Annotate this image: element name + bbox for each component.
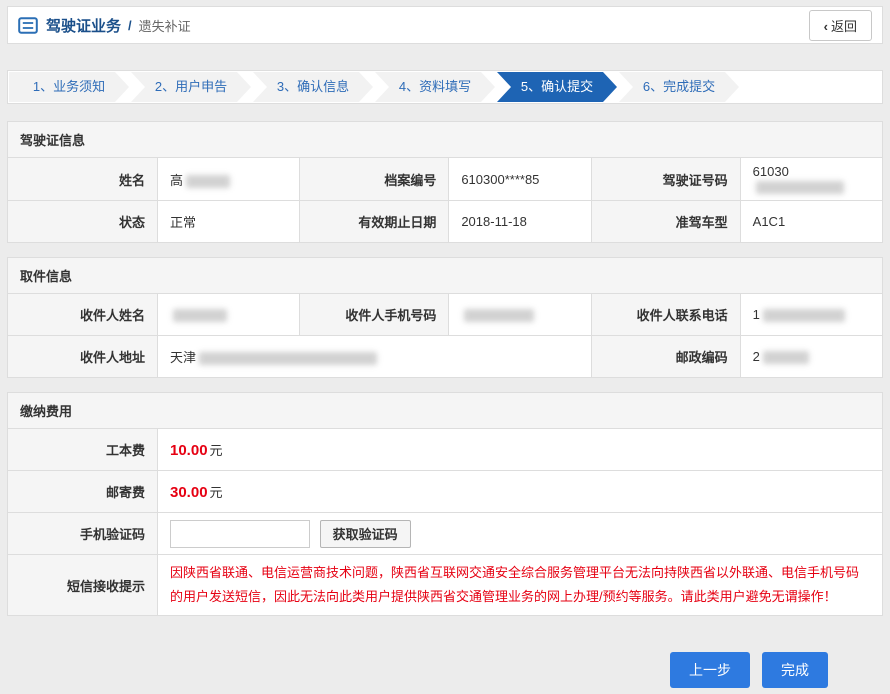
license-business-icon — [18, 17, 38, 34]
field-value: 610300****85 — [449, 158, 591, 201]
field-label: 邮政编码 — [591, 336, 740, 378]
field-label: 工本费 — [8, 429, 158, 471]
field-value: 1 — [740, 294, 882, 336]
back-chevron-icon: ‹ — [824, 19, 828, 34]
fees-table: 工本费 10.00元 邮寄费 30.00元 手机验证码 获取验证码 短信接收提 — [7, 428, 883, 616]
pickup-info-section: 取件信息 收件人姓名 收件人手机号码 收件人联系电话 1 收件人地址 天津 邮政… — [7, 257, 883, 378]
back-button-label: 返回 — [831, 19, 857, 34]
redacted-blur — [199, 352, 377, 365]
field-value — [449, 294, 591, 336]
fee-amount: 30.00 — [170, 484, 208, 501]
redacted-blur — [756, 181, 844, 194]
step-6-complete-submit: 6、完成提交 — [619, 72, 739, 102]
fee-amount: 10.00 — [170, 442, 208, 459]
previous-step-button[interactable]: 上一步 — [670, 652, 750, 688]
section-title: 缴纳费用 — [7, 392, 883, 428]
back-button[interactable]: ‹返回 — [809, 10, 872, 41]
step-4-fill-data: 4、资料填写 — [375, 72, 495, 102]
table-row: 手机验证码 获取验证码 — [8, 513, 883, 555]
sms-notice-text: 因陕西省联通、电信运营商技术问题，陕西省互联网交通安全综合服务管理平台无法向持陕… — [170, 561, 870, 609]
section-title: 取件信息 — [7, 257, 883, 293]
field-label: 驾驶证号码 — [591, 158, 740, 201]
step-1-business-notice: 1、业务须知 — [9, 72, 129, 102]
field-label: 姓名 — [8, 158, 158, 201]
field-value — [158, 294, 300, 336]
page-title: 驾驶证业务 — [46, 15, 121, 36]
field-value: 2018-11-18 — [449, 201, 591, 243]
field-value: 高 — [158, 158, 300, 201]
table-row: 姓名 高 档案编号 610300****85 驾驶证号码 61030 — [8, 158, 883, 201]
field-value: 正常 — [158, 201, 300, 243]
field-value: A1C1 — [740, 201, 882, 243]
title-separator: / — [128, 18, 132, 33]
fee-unit: 元 — [210, 485, 223, 500]
field-label: 收件人手机号码 — [300, 294, 449, 336]
table-row: 短信接收提示 因陕西省联通、电信运营商技术问题，陕西省互联网交通安全综合服务管理… — [8, 555, 883, 616]
fee-unit: 元 — [210, 443, 223, 458]
page-header: 驾驶证业务 / 遗失补证 ‹返回 — [7, 6, 883, 44]
pickup-info-table: 收件人姓名 收件人手机号码 收件人联系电话 1 收件人地址 天津 邮政编码 2 — [7, 293, 883, 378]
field-value: 因陕西省联通、电信运营商技术问题，陕西省互联网交通安全综合服务管理平台无法向持陕… — [158, 555, 883, 616]
table-row: 收件人姓名 收件人手机号码 收件人联系电话 1 — [8, 294, 883, 336]
step-2-user-declaration: 2、用户申告 — [131, 72, 251, 102]
table-row: 邮寄费 30.00元 — [8, 471, 883, 513]
field-label: 收件人联系电话 — [591, 294, 740, 336]
table-row: 状态 正常 有效期止日期 2018-11-18 准驾车型 A1C1 — [8, 201, 883, 243]
redacted-blur — [763, 351, 809, 364]
section-title: 驾驶证信息 — [7, 121, 883, 157]
field-label: 邮寄费 — [8, 471, 158, 513]
field-label: 手机验证码 — [8, 513, 158, 555]
field-label: 准驾车型 — [591, 201, 740, 243]
table-row: 工本费 10.00元 — [8, 429, 883, 471]
sms-code-input[interactable] — [170, 520, 310, 548]
finish-button[interactable]: 完成 — [762, 652, 828, 688]
page-subtitle: 遗失补证 — [139, 16, 191, 35]
field-label: 档案编号 — [300, 158, 449, 201]
step-wizard: 1、业务须知 2、用户申告 3、确认信息 4、资料填写 5、确认提交 6、完成提… — [7, 70, 883, 104]
field-label: 收件人地址 — [8, 336, 158, 378]
field-value: 获取验证码 — [158, 513, 883, 555]
redacted-blur — [173, 309, 227, 322]
footer-actions: 上一步 完成 — [7, 630, 883, 688]
redacted-blur — [186, 175, 230, 188]
license-info-section: 驾驶证信息 姓名 高 档案编号 610300****85 驾驶证号码 61030… — [7, 121, 883, 243]
field-value: 10.00元 — [158, 429, 883, 471]
field-value: 30.00元 — [158, 471, 883, 513]
field-value: 天津 — [158, 336, 592, 378]
step-3-confirm-info: 3、确认信息 — [253, 72, 373, 102]
redacted-blur — [464, 309, 534, 322]
step-5-confirm-submit: 5、确认提交 — [497, 72, 617, 102]
field-value: 61030 — [740, 158, 882, 201]
get-sms-code-button[interactable]: 获取验证码 — [320, 520, 411, 548]
field-label: 收件人姓名 — [8, 294, 158, 336]
field-value: 2 — [740, 336, 882, 378]
page: 驾驶证业务 / 遗失补证 ‹返回 1、业务须知 2、用户申告 3、确认信息 4、… — [0, 0, 890, 694]
fees-section: 缴纳费用 工本费 10.00元 邮寄费 30.00元 手机验证码 获取验证码 — [7, 392, 883, 616]
license-info-table: 姓名 高 档案编号 610300****85 驾驶证号码 61030 状态 正常… — [7, 157, 883, 243]
table-row: 收件人地址 天津 邮政编码 2 — [8, 336, 883, 378]
field-label: 短信接收提示 — [8, 555, 158, 616]
field-label: 有效期止日期 — [300, 201, 449, 243]
field-label: 状态 — [8, 201, 158, 243]
redacted-blur — [763, 309, 845, 322]
